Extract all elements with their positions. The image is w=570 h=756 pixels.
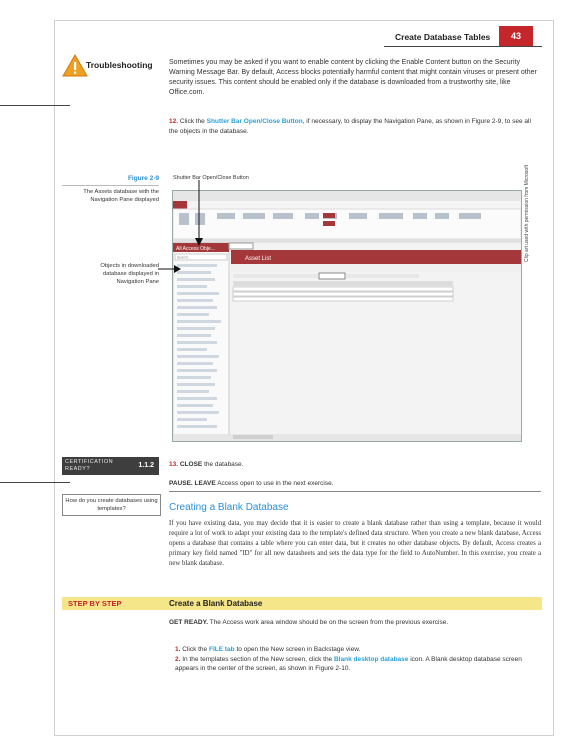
pause-instruction: PAUSE. LEAVE Access open to use in the n… bbox=[169, 480, 334, 487]
certification-question: How do you create databases using templa… bbox=[62, 494, 161, 516]
form-tab-title: Asset List bbox=[245, 256, 271, 262]
step-list: 1. Click the FILE tab to open the New sc… bbox=[175, 645, 541, 674]
margin-rule bbox=[0, 482, 70, 483]
figure-divider bbox=[62, 185, 159, 186]
troubleshooting-text: Sometimes you may be asked if you want t… bbox=[169, 59, 537, 96]
list-item: 2. In the templates section of the New s… bbox=[175, 655, 522, 673]
page-number: 43 bbox=[499, 26, 533, 46]
step-by-step-title: Create a Blank Database bbox=[169, 598, 263, 608]
step-number: 12. bbox=[169, 118, 179, 125]
list-item: 1. Click the FILE tab to open the New sc… bbox=[175, 646, 361, 653]
section-title: Creating a Blank Database bbox=[169, 502, 289, 513]
step-12: 12. Click the Shutter Bar Open/Close But… bbox=[169, 117, 541, 136]
figure-caption: The Assets database with the Navigation … bbox=[83, 189, 159, 203]
running-header: Create Database Tables bbox=[395, 32, 491, 42]
certification-badge: CERTIFICATION READY? 1.1.2 bbox=[62, 457, 159, 475]
header-rule bbox=[384, 46, 542, 47]
get-ready: GET READY. The Access work area window s… bbox=[169, 619, 449, 626]
nav-search-label: Search... bbox=[177, 256, 191, 260]
step-highlight: Shutter Bar Open/Close Button bbox=[206, 118, 303, 125]
callout-arrow-down bbox=[195, 180, 203, 246]
callout-arrow-right bbox=[158, 265, 181, 273]
access-screenshot: All Access Obje... Search... Asset List bbox=[172, 190, 522, 442]
step-by-step-label: STEP BY STEP bbox=[68, 599, 122, 608]
figure-label: Figure 2-9 bbox=[127, 175, 159, 182]
troubleshooting-label: Troubleshooting bbox=[86, 60, 153, 70]
callout-navigation-objects: Objects in downloaded database displayed… bbox=[100, 263, 159, 285]
section-divider bbox=[169, 491, 541, 492]
step-text: Click the bbox=[179, 118, 205, 125]
step-13: 13. CLOSE the database. bbox=[169, 461, 244, 468]
step-by-step-bar: STEP BY STEP Create a Blank Database bbox=[62, 597, 542, 610]
certification-number: 1.1.2 bbox=[138, 462, 154, 469]
margin-rule bbox=[0, 105, 70, 106]
screenshot-drawing: All Access Obje... Search... Asset List bbox=[173, 191, 521, 441]
warning-icon bbox=[62, 54, 88, 77]
image-credit: Clip art used with permission from Micro… bbox=[524, 165, 530, 262]
certification-label: CERTIFICATION READY? bbox=[65, 459, 114, 472]
section-body: If you have existing data, you may decid… bbox=[169, 520, 541, 567]
